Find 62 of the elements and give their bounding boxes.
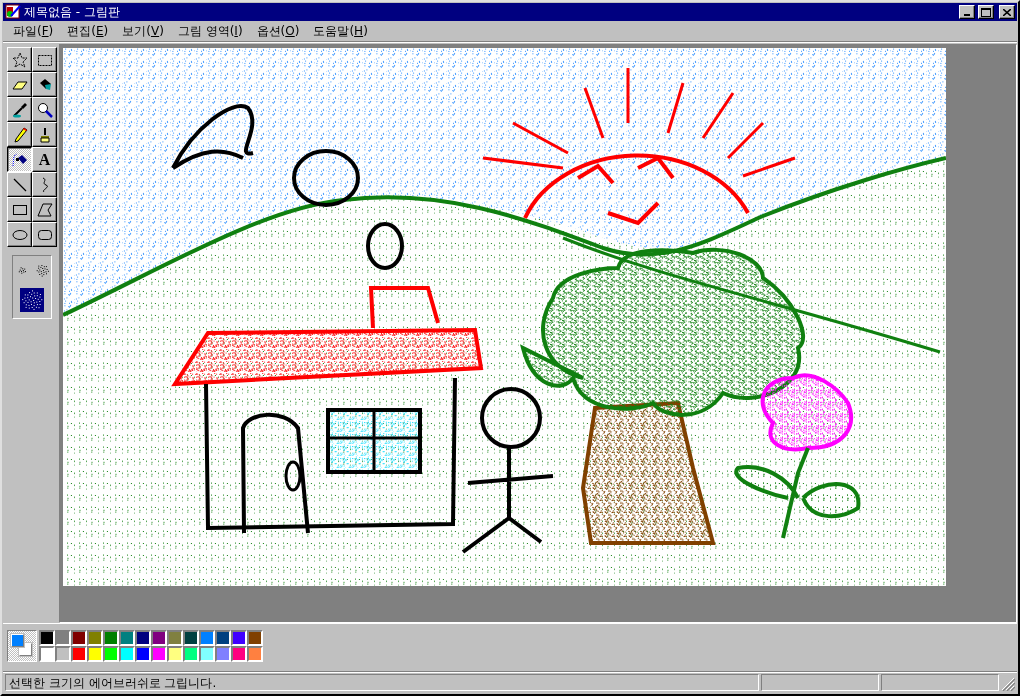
color-swatch[interactable]: [151, 646, 167, 662]
menu-item[interactable]: 그림 영역(I): [170, 21, 250, 41]
color-swatch[interactable]: [103, 646, 119, 662]
minimize-button[interactable]: [959, 5, 975, 19]
tool-button[interactable]: [7, 147, 32, 172]
color-swatch[interactable]: [103, 630, 119, 646]
star-outline-icon: [11, 51, 28, 68]
color-swatch[interactable]: [55, 630, 71, 646]
color-swatch[interactable]: [199, 630, 215, 646]
color-swatch[interactable]: [215, 630, 231, 646]
spray-pattern-icon: [20, 288, 44, 312]
color-swatch[interactable]: [87, 646, 103, 662]
spray-pattern-icon: [34, 262, 50, 278]
close-icon: [1003, 8, 1011, 16]
color-swatch[interactable]: [135, 646, 151, 662]
maximize-button[interactable]: [978, 5, 994, 19]
color-swatch[interactable]: [55, 646, 71, 662]
color-swatch[interactable]: [199, 646, 215, 662]
color-swatch[interactable]: [39, 630, 55, 646]
color-swatch[interactable]: [231, 646, 247, 662]
pencil-icon: [11, 126, 28, 143]
spray-can-icon: [11, 151, 28, 168]
eyedropper-icon: [11, 101, 28, 118]
color-swatch[interactable]: [183, 646, 199, 662]
color-swatch[interactable]: [39, 646, 55, 662]
menu-item[interactable]: 파일(F): [6, 21, 61, 41]
window-title: 제목없음 - 그림판: [24, 3, 121, 21]
curve-icon: [40, 176, 49, 193]
menu-item[interactable]: 옵션(O): [249, 21, 307, 41]
menu-item[interactable]: 편집(E): [60, 21, 116, 41]
menu-item[interactable]: 보기(V): [115, 21, 171, 41]
status-text: 선택한 크기의 에어브러쉬로 그립니다.: [5, 674, 759, 691]
color-swatch[interactable]: [247, 646, 263, 662]
minimize-icon: [964, 14, 970, 16]
color-swatch[interactable]: [71, 646, 87, 662]
color-swatch[interactable]: [231, 630, 247, 646]
resize-grip-icon[interactable]: [1001, 677, 1015, 691]
spray-size-option[interactable]: [34, 262, 50, 278]
menu-item[interactable]: 도움말(H): [306, 21, 375, 41]
color-swatch[interactable]: [119, 630, 135, 646]
app-icon[interactable]: [5, 4, 21, 20]
color-swatch[interactable]: [167, 630, 183, 646]
polygon-icon: [36, 201, 53, 218]
smoke-puff: [366, 222, 404, 270]
foreground-color-swatch[interactable]: [11, 634, 24, 647]
maximize-icon: [981, 7, 991, 17]
tool-button[interactable]: A: [32, 147, 57, 172]
chimney: [368, 286, 440, 329]
color-swatch[interactable]: [183, 630, 199, 646]
search-icon: [36, 101, 53, 118]
smoke-puff: [292, 149, 360, 207]
color-swatch[interactable]: [167, 646, 183, 662]
color-swatch[interactable]: [247, 630, 263, 646]
close-button[interactable]: [999, 5, 1015, 19]
diagonal-line-icon: [11, 176, 28, 193]
color-swatch[interactable]: [215, 646, 231, 662]
color-swatch[interactable]: [87, 630, 103, 646]
color-swatch[interactable]: [151, 630, 167, 646]
color-swatch[interactable]: [135, 630, 151, 646]
color-swatch[interactable]: [71, 630, 87, 646]
color-swatch[interactable]: [119, 646, 135, 662]
spray-size-option[interactable]: [20, 288, 44, 312]
